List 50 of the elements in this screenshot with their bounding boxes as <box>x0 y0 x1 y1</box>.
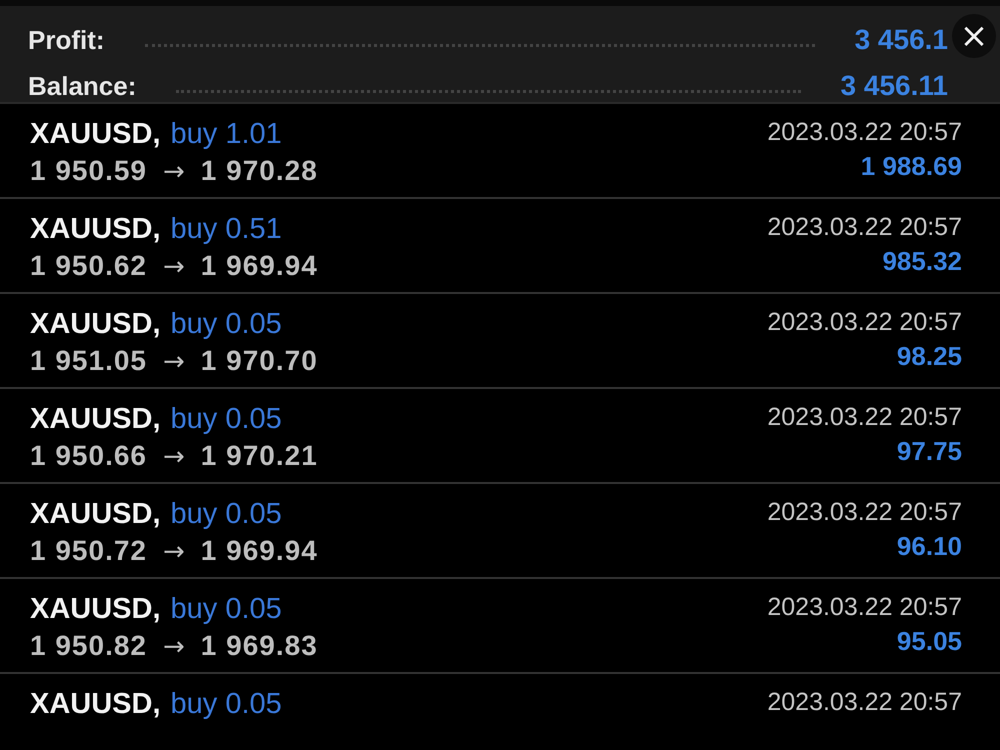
trade-profit: 985.32 <box>882 246 962 277</box>
close-price: 1 970.70 <box>200 345 318 377</box>
trade-symbol: XAUUSD, <box>30 118 161 151</box>
trade-order: buy 0.51 <box>170 213 282 246</box>
arrow-glyph: → <box>162 632 186 662</box>
close-price: 1 969.83 <box>200 630 318 662</box>
trade-time: 2023.03.22 20:57 <box>767 403 962 432</box>
close-price: 1 970.21 <box>200 440 318 472</box>
open-price: 1 950.72 <box>30 535 147 567</box>
open-price: 1 950.66 <box>30 440 147 472</box>
trade-time: 2023.03.22 20:57 <box>767 593 962 622</box>
open-price: 1 951.05 <box>30 345 147 377</box>
close-button[interactable]: × <box>952 14 996 58</box>
trade-profit: 97.75 <box>896 436 962 467</box>
trade-symbol: XAUUSD, <box>30 213 161 246</box>
trade-profit: 96.10 <box>896 531 962 562</box>
trade-time: 2023.03.22 20:57 <box>767 118 962 147</box>
open-price: 1 950.82 <box>30 630 147 662</box>
trade-order: buy 0.05 <box>170 593 282 626</box>
open-price: 1 950.59 <box>30 155 147 187</box>
close-price: 1 969.94 <box>200 535 318 567</box>
trade-time: 2023.03.22 20:57 <box>767 498 962 527</box>
arrow-glyph: → <box>162 157 186 187</box>
trade-symbol: XAUUSD, <box>30 593 161 626</box>
trade-time: 2023.03.22 20:57 <box>767 688 962 717</box>
trade-order: buy 0.05 <box>170 498 282 531</box>
trade-profit: 95.05 <box>896 626 962 657</box>
close-price: 1 970.28 <box>200 155 318 187</box>
trade-time: 2023.03.22 20:57 <box>767 213 962 242</box>
trade-symbol: XAUUSD, <box>30 308 161 341</box>
trade-profit: 1 988.69 <box>860 151 962 182</box>
close-price: 1 969.94 <box>200 250 318 282</box>
summary-label: Profit: <box>28 24 105 56</box>
trade-symbol: XAUUSD, <box>30 688 161 721</box>
arrow-glyph: → <box>162 347 186 377</box>
open-price: 1 950.62 <box>30 250 147 282</box>
trade-order: buy 0.05 <box>170 308 282 341</box>
arrow-glyph: → <box>162 537 186 567</box>
summary-value: 3 456.11 <box>840 70 948 102</box>
trade-time: 2023.03.22 20:57 <box>767 308 962 337</box>
trade-order: buy 1.01 <box>170 118 282 151</box>
trade-order: buy 0.05 <box>170 403 282 436</box>
arrow-glyph: → <box>162 252 186 282</box>
trade-symbol: XAUUSD, <box>30 403 161 436</box>
arrow-glyph: → <box>162 442 186 472</box>
trade-order: buy 0.05 <box>170 688 282 721</box>
summary-value: 3 456.1 <box>854 24 948 56</box>
trade-symbol: XAUUSD, <box>30 498 161 531</box>
trade-profit: 98.25 <box>896 341 962 372</box>
summary-label: Balance: <box>28 70 136 102</box>
